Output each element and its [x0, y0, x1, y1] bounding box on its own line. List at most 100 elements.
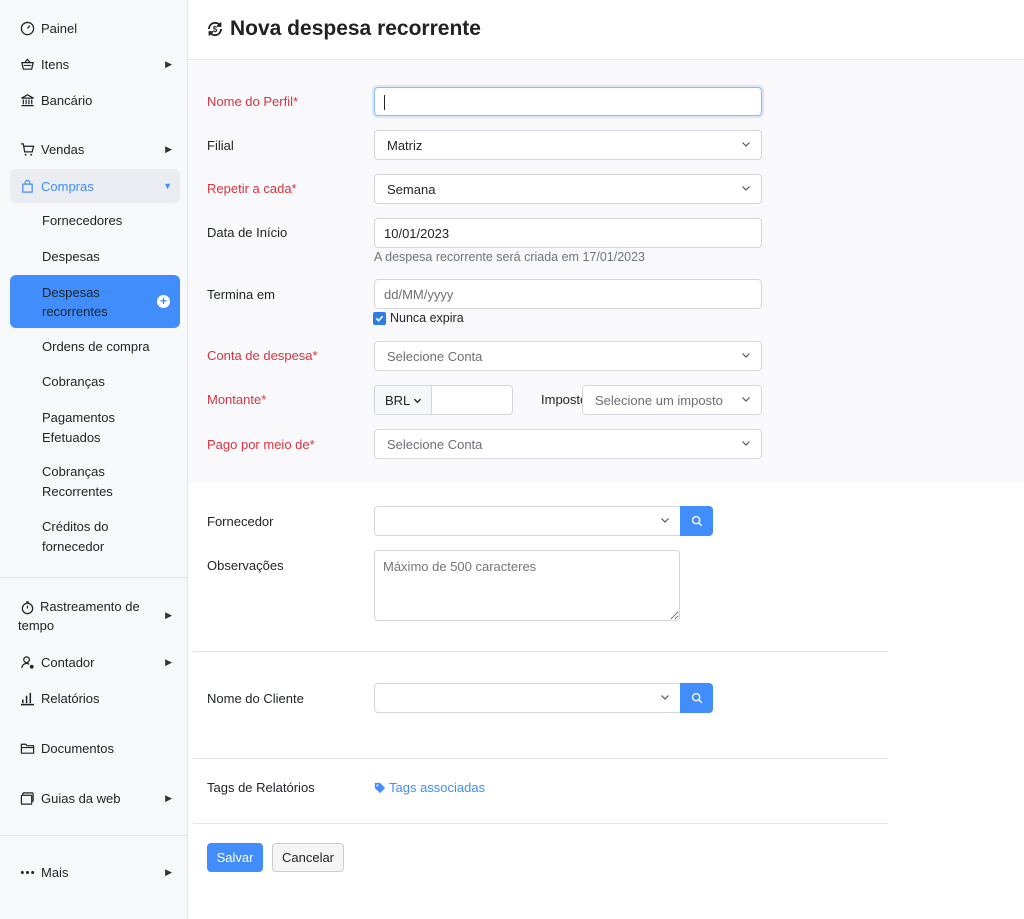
sidebar-subitem-creditos-do-fornecedor[interactable]: Créditos do fornecedor — [42, 517, 132, 557]
save-button[interactable]: Salvar — [207, 843, 263, 872]
sidebar-subitem-cobrancas[interactable]: Cobranças — [42, 372, 180, 392]
ends-on-placeholder: dd/MM/yyyy — [384, 287, 454, 302]
sidebar-subitem-despesas[interactable]: Despesas — [42, 247, 180, 267]
repeat-select[interactable]: Semana — [374, 174, 762, 204]
sidebar-item-label: Contador — [41, 654, 95, 670]
dashboard-icon — [19, 20, 35, 36]
associated-tags-link[interactable]: Tags associadas — [374, 780, 485, 795]
vendor-select[interactable] — [374, 506, 681, 536]
repeat-label: Repetir a cada* — [207, 181, 297, 196]
section-divider — [193, 823, 888, 824]
customer-label: Nome do Cliente — [207, 691, 304, 706]
chevron-right-icon: ▶ — [165, 792, 172, 803]
search-icon — [691, 515, 702, 527]
form-main-section — [188, 61, 1024, 483]
chevron-right-icon: ▶ — [165, 866, 172, 877]
sidebar-item-documentos[interactable]: Documentos — [10, 738, 180, 758]
basket-icon — [19, 56, 35, 72]
sidebar-item-contador[interactable]: Contador ▶ — [10, 652, 180, 672]
ends-on-label: Termina em — [207, 287, 275, 302]
never-expires-checkbox[interactable]: Nunca expira — [373, 311, 464, 325]
sidebar-subitem-ordens-de-compra[interactable]: Ordens de compra — [42, 337, 180, 357]
expense-account-select[interactable]: Selecione Conta — [374, 341, 762, 371]
page-title: $ Nova despesa recorrente — [206, 17, 481, 41]
chevron-down-icon — [742, 353, 750, 358]
bag-icon — [19, 178, 35, 194]
chevron-down-icon — [742, 441, 750, 446]
chevron-down-icon — [742, 142, 750, 147]
sidebar-item-rastreamento[interactable]: Rastreamento de tempo ▶ — [10, 596, 180, 636]
notes-label: Observações — [207, 558, 284, 573]
sidebar-item-label: Bancário — [41, 92, 93, 108]
start-date-value: 10/01/2023 — [384, 226, 450, 241]
currency-value: BRL — [385, 393, 411, 408]
sidebar-item-painel[interactable]: Painel — [10, 18, 180, 38]
paid-through-select[interactable]: Selecione Conta — [374, 429, 762, 459]
page-header: $ Nova despesa recorrente — [188, 0, 1024, 60]
sidebar-item-label: Mais — [41, 864, 69, 880]
tax-label: Imposto — [541, 392, 583, 407]
sidebar-item-itens[interactable]: Itens ▶ — [10, 54, 180, 74]
customer-search-button[interactable] — [680, 683, 713, 713]
sidebar-item-label: Rastreamento de tempo — [18, 599, 140, 633]
tax-select[interactable]: Selecione um imposto — [582, 385, 762, 415]
sidebar-item-label: Documentos — [41, 740, 114, 756]
chevron-right-icon: ▶ — [165, 610, 172, 620]
vendor-search-button[interactable] — [680, 506, 713, 536]
sidebar-item-bancario[interactable]: Bancário — [10, 90, 180, 110]
notes-textarea[interactable] — [374, 550, 680, 621]
sidebar-item-relatorios[interactable]: Relatórios — [10, 688, 180, 708]
never-expires-label: Nunca expira — [390, 311, 464, 325]
paid-through-label: Pago por meio de* — [207, 437, 315, 452]
branch-label: Filial — [207, 138, 234, 153]
profile-name-label: Nome do Perfil* — [207, 94, 299, 109]
sidebar-divider — [0, 835, 188, 836]
search-icon — [691, 692, 702, 704]
chevron-right-icon: ▶ — [165, 143, 172, 154]
customer-select[interactable] — [374, 683, 681, 713]
sidebar-subitem-cobrancas-recorrentes[interactable]: Cobranças Recorrentes — [42, 462, 132, 502]
chevron-down-icon — [661, 695, 669, 700]
start-date-hint: A despesa recorrente será criada em 17/0… — [374, 250, 646, 264]
page-title-text: Nova despesa recorrente — [230, 17, 481, 40]
currency-select[interactable]: BRL — [374, 385, 432, 415]
sidebar-item-guias-da-web[interactable]: Guias da web ▶ — [10, 788, 180, 808]
paid-through-placeholder: Selecione Conta — [387, 437, 483, 452]
sidebar-subitem-despesas-recorrentes[interactable]: Despesas recorrentes + — [10, 275, 180, 328]
section-divider — [193, 758, 888, 759]
cancel-button[interactable]: Cancelar — [272, 843, 344, 872]
repeat-value: Semana — [387, 182, 436, 197]
report-tags-label: Tags de Relatórios — [207, 780, 315, 795]
bank-icon — [19, 92, 35, 108]
amount-label: Montante* — [207, 392, 267, 407]
cart-icon — [19, 141, 35, 157]
svg-text:$: $ — [213, 25, 218, 34]
sidebar-item-label: Relatórios — [41, 690, 100, 706]
profile-name-input[interactable] — [374, 87, 762, 116]
add-circle-icon[interactable]: + — [157, 295, 170, 308]
chevron-right-icon: ▶ — [165, 656, 172, 667]
sidebar-item-label: Itens — [41, 56, 70, 72]
chevron-down-icon — [742, 186, 750, 191]
vendor-label: Fornecedor — [207, 514, 274, 529]
start-date-input[interactable]: 10/01/2023 — [374, 218, 762, 248]
stopwatch-icon — [19, 599, 35, 615]
ends-on-input[interactable]: dd/MM/yyyy — [374, 279, 762, 309]
associated-tags-text: Tags associadas — [389, 780, 486, 795]
checkmark-icon — [373, 311, 386, 325]
chevron-down-icon: ▼ — [163, 181, 172, 191]
text-cursor — [384, 95, 385, 110]
sidebar-item-compras[interactable]: Compras ▼ — [10, 169, 180, 203]
sidebar-item-mais[interactable]: Mais ▶ — [10, 862, 180, 882]
folder-icon — [19, 740, 35, 756]
amount-input[interactable] — [431, 385, 513, 415]
chevron-right-icon: ▶ — [165, 58, 172, 69]
chevron-down-icon — [742, 397, 750, 402]
web-tabs-icon — [19, 790, 35, 806]
sidebar-item-vendas[interactable]: Vendas ▶ — [10, 139, 180, 159]
sidebar-subitem-fornecedores[interactable]: Fornecedores — [42, 211, 180, 231]
tax-placeholder: Selecione um imposto — [595, 393, 723, 408]
sidebar-subitem-pagamentos-efetuados[interactable]: Pagamentos Efetuados — [42, 408, 132, 448]
branch-select[interactable]: Matriz — [374, 130, 762, 160]
chevron-down-icon — [413, 398, 422, 404]
